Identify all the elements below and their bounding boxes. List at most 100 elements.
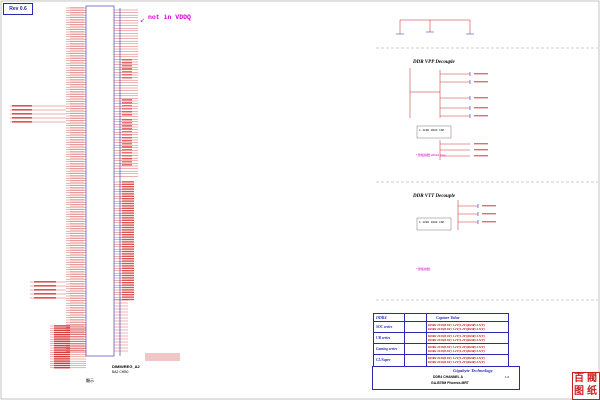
power-net-label xyxy=(54,347,70,349)
net-label-mark xyxy=(70,223,84,225)
schematic-canvas xyxy=(0,0,600,400)
net-label-mark xyxy=(70,208,84,210)
net-label-mark xyxy=(122,74,132,76)
net-label-mark xyxy=(70,40,84,42)
net-label-mark xyxy=(122,108,132,110)
net-label-mark xyxy=(122,250,134,253)
net-label-mark xyxy=(122,277,134,279)
net-label-mark xyxy=(70,21,84,23)
net-label-mark xyxy=(70,165,84,167)
net-label-mark xyxy=(70,148,84,150)
net-label-mark xyxy=(70,249,84,251)
net-label-mark xyxy=(70,228,84,230)
net-label-mark xyxy=(122,279,134,281)
sheet-border xyxy=(0,0,600,400)
section-title-vtt: DDR VTT Decouple xyxy=(413,194,455,199)
net-label-mark xyxy=(70,300,84,302)
net-label-mark xyxy=(70,91,84,93)
title-block: Gigabyte Technology DDR4 CHANNEL A GA-B7… xyxy=(372,366,520,390)
net-label-mark xyxy=(70,86,84,88)
legend-header-left: DDR4 xyxy=(376,315,387,320)
net-label-mark xyxy=(70,132,84,134)
net-label-mark xyxy=(70,7,84,9)
net-label-mark xyxy=(122,202,134,205)
legend-row-value: DDR4 2133(0.6V) 1.2V(1.2V)(DDR) 2.5(V) xyxy=(428,360,485,364)
vtt-cap-label xyxy=(482,205,496,207)
net-label-mark xyxy=(70,134,84,136)
net-label-mark xyxy=(122,262,134,265)
net-label-mark xyxy=(70,144,84,146)
legend-row-value: DDR4 2133(0.6V) 1.2V(1.2V)(DDR) 2.5(V) xyxy=(428,327,485,331)
net-label-mark xyxy=(70,259,84,261)
net-label-mark xyxy=(70,117,84,119)
net-label-mark xyxy=(70,93,84,95)
net-label-mark xyxy=(122,200,134,202)
net-label-mark xyxy=(122,212,134,214)
net-label-mark xyxy=(70,139,84,141)
net-label-mark xyxy=(122,282,134,284)
legend-row: Gaming series DDR4 2133(0.6V) 1.2V(1.2V)… xyxy=(374,343,508,353)
net-label-mark xyxy=(70,124,84,126)
legend-row-label: CL/Super xyxy=(376,358,391,362)
net-label-mark xyxy=(70,292,84,294)
seal-char: 图 xyxy=(574,386,584,397)
net-label-mark xyxy=(70,12,84,14)
net-label-mark xyxy=(70,100,84,102)
net-label-mark xyxy=(70,151,84,153)
net-label-mark xyxy=(122,195,134,197)
net-label-mark xyxy=(122,291,134,293)
net-label-mark xyxy=(70,240,84,242)
net-label-mark xyxy=(70,31,84,33)
net-label-mark xyxy=(70,220,84,222)
net-label-mark xyxy=(70,343,84,345)
net-label-mark xyxy=(70,57,84,59)
net-label-mark xyxy=(122,253,134,255)
net-label-mark xyxy=(70,297,84,299)
net-label-mark xyxy=(122,272,134,274)
net-label-mark xyxy=(122,149,132,151)
net-label-mark xyxy=(70,295,84,297)
net-label-mark xyxy=(70,285,84,287)
net-label-mark xyxy=(70,204,84,206)
net-label-mark xyxy=(70,273,84,275)
power-net-label xyxy=(54,338,70,340)
net-label-mark xyxy=(70,182,84,184)
net-label-mark xyxy=(70,26,84,28)
net-label-mark xyxy=(70,48,84,50)
power-net-label xyxy=(54,329,70,331)
offsheet-net-label xyxy=(34,281,56,283)
net-label-mark xyxy=(122,140,132,142)
net-label-mark xyxy=(122,65,132,67)
cap-value-label-vpp: 1 1206 0603 CAP xyxy=(419,129,445,132)
net-label-mark xyxy=(70,328,84,330)
net-label-mark xyxy=(70,350,84,352)
net-label-mark xyxy=(70,163,84,165)
net-label-mark xyxy=(70,96,84,98)
net-label-mark xyxy=(70,64,84,66)
net-label-mark xyxy=(70,333,84,335)
net-label-mark xyxy=(70,232,84,234)
net-label-mark xyxy=(122,219,134,221)
net-label-mark xyxy=(70,338,84,340)
power-net-label xyxy=(54,351,70,353)
net-label-mark xyxy=(70,141,84,143)
offsheet-net-label xyxy=(34,297,56,299)
net-label-mark xyxy=(70,36,84,38)
capture-value-legend: DDR4 Capture Value SOC series DDR4 2133(… xyxy=(373,313,509,367)
net-label-mark xyxy=(122,214,134,217)
net-label-mark xyxy=(70,331,84,333)
net-label-mark xyxy=(70,156,84,158)
net-label-mark xyxy=(122,119,132,121)
net-label-mark xyxy=(122,274,134,277)
net-label-mark xyxy=(70,319,84,321)
net-label-mark xyxy=(70,98,84,100)
cap-value-label-vtt: 1 1206 0402 CAP xyxy=(419,221,445,224)
net-label-mark xyxy=(122,243,134,245)
net-label-mark xyxy=(122,260,134,262)
legend-header-right: Capture Value xyxy=(436,315,460,320)
offsheet-net-label xyxy=(12,105,32,107)
power-net-label xyxy=(54,331,70,334)
net-label-mark xyxy=(122,131,132,133)
net-label-mark xyxy=(70,52,84,54)
net-label-mark xyxy=(70,170,84,172)
